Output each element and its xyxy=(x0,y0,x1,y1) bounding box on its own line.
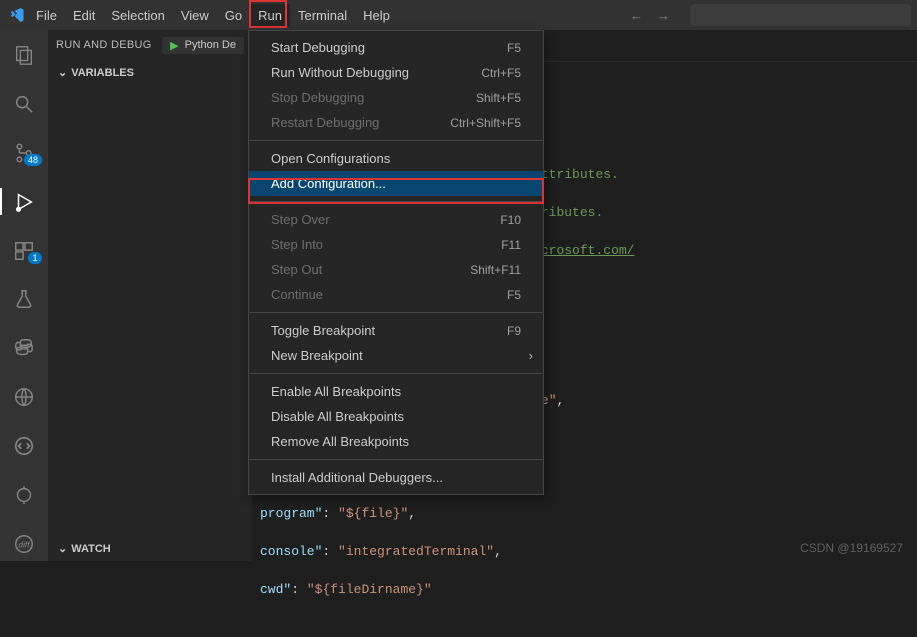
menu-item-disable-all-breakpoints[interactable]: Disable All Breakpoints xyxy=(249,404,543,429)
menu-item-enable-all-breakpoints[interactable]: Enable All Breakpoints xyxy=(249,379,543,404)
debug-start-button[interactable]: ▶ Python De xyxy=(162,37,244,54)
menu-edit[interactable]: Edit xyxy=(65,4,103,27)
menu-item-label: Enable All Breakpoints xyxy=(271,384,521,399)
menu-item-remove-all-breakpoints[interactable]: Remove All Breakpoints xyxy=(249,429,543,454)
menu-item-label: Toggle Breakpoint xyxy=(271,323,507,338)
menu-item-add-configuration[interactable]: Add Configuration... xyxy=(249,171,543,196)
menu-item-shortcut: Shift+F11 xyxy=(470,263,521,277)
run-debug-icon[interactable] xyxy=(0,184,48,219)
menu-item-label: Remove All Breakpoints xyxy=(271,434,521,449)
menu-item-stop-debugging: Stop DebuggingShift+F5 xyxy=(249,85,543,110)
menubar: FileEditSelectionViewGoRunTerminalHelp xyxy=(28,4,398,27)
menu-separator xyxy=(249,312,543,313)
menu-item-step-out: Step OutShift+F11 xyxy=(249,257,543,282)
menu-item-label: Add Configuration... xyxy=(271,176,521,191)
nav-forward-icon[interactable]: → xyxy=(657,8,670,23)
menu-item-open-configurations[interactable]: Open Configurations xyxy=(249,146,543,171)
menu-item-shortcut: F10 xyxy=(500,213,521,227)
svg-text:diff: diff xyxy=(18,540,30,549)
command-center-search[interactable] xyxy=(690,4,911,26)
code-icon[interactable] xyxy=(0,429,48,464)
menu-item-label: Disable All Breakpoints xyxy=(271,409,521,424)
menu-item-label: Stop Debugging xyxy=(271,90,476,105)
menu-run[interactable]: Run xyxy=(250,4,290,27)
badge: 48 xyxy=(24,154,42,166)
menu-item-shortcut: Ctrl+F5 xyxy=(481,66,521,80)
menu-file[interactable]: File xyxy=(28,4,65,27)
menu-item-label: Step Out xyxy=(271,262,470,277)
menu-item-label: Start Debugging xyxy=(271,40,507,55)
nav-back-icon[interactable]: ← xyxy=(630,8,643,23)
titlebar: FileEditSelectionViewGoRunTerminalHelp ←… xyxy=(0,0,917,30)
watch-section-header[interactable]: ⌄ WATCH xyxy=(48,536,252,561)
menu-item-shortcut: F9 xyxy=(507,324,521,338)
sync-icon[interactable] xyxy=(0,477,48,512)
menu-item-install-additional-debuggers[interactable]: Install Additional Debuggers... xyxy=(249,465,543,490)
menu-item-run-without-debugging[interactable]: Run Without DebuggingCtrl+F5 xyxy=(249,60,543,85)
menu-separator xyxy=(249,373,543,374)
menu-terminal[interactable]: Terminal xyxy=(290,4,355,27)
diff-icon[interactable]: diff xyxy=(0,526,48,561)
menu-item-restart-debugging: Restart DebuggingCtrl+Shift+F5 xyxy=(249,110,543,135)
menu-item-shortcut: F5 xyxy=(507,288,521,302)
watch-label: WATCH xyxy=(71,543,111,555)
debug-sidebar: RUN AND DEBUG ▶ Python De ⌄ VARIABLES ⌄ … xyxy=(48,30,252,561)
nav-arrows: ← → xyxy=(630,0,670,30)
variables-body xyxy=(48,85,252,536)
menu-item-label: Restart Debugging xyxy=(271,115,450,130)
menu-item-shortcut: Ctrl+Shift+F5 xyxy=(450,116,521,130)
menu-item-continue: ContinueF5 xyxy=(249,282,543,307)
menu-item-label: Run Without Debugging xyxy=(271,65,481,80)
code-line: cwd": "${fileDirname}" xyxy=(252,581,917,600)
menu-item-toggle-breakpoint[interactable]: Toggle BreakpointF9 xyxy=(249,318,543,343)
vscode-logo-icon xyxy=(6,7,28,23)
run-menu-dropdown: Start DebuggingF5Run Without DebuggingCt… xyxy=(248,30,544,495)
sidebar-title: RUN AND DEBUG xyxy=(56,39,162,51)
menu-item-new-breakpoint[interactable]: New Breakpoint xyxy=(249,343,543,368)
debug-sidebar-header: RUN AND DEBUG ▶ Python De xyxy=(48,30,252,60)
badge: 1 xyxy=(28,252,42,264)
watermark: CSDN @19169527 xyxy=(800,541,903,555)
menu-separator xyxy=(249,201,543,202)
menu-item-label: New Breakpoint xyxy=(271,348,521,363)
menu-item-step-into: Step IntoF11 xyxy=(249,232,543,257)
menu-item-label: Step Over xyxy=(271,212,500,227)
chevron-down-icon: ⌄ xyxy=(58,66,67,79)
play-icon: ▶ xyxy=(170,39,178,52)
menu-selection[interactable]: Selection xyxy=(103,4,172,27)
beaker-icon[interactable] xyxy=(0,282,48,317)
menu-item-start-debugging[interactable]: Start DebuggingF5 xyxy=(249,35,543,60)
python-icon[interactable] xyxy=(0,331,48,366)
variables-section-header[interactable]: ⌄ VARIABLES xyxy=(48,60,252,85)
code-line: program": "${file}", xyxy=(252,505,917,524)
menu-item-label: Continue xyxy=(271,287,507,302)
debug-config-name: Python De xyxy=(185,39,236,51)
menu-item-label: Install Additional Debuggers... xyxy=(271,470,521,485)
menu-item-shortcut: Shift+F5 xyxy=(476,91,521,105)
menu-view[interactable]: View xyxy=(173,4,217,27)
menu-item-shortcut: F5 xyxy=(507,41,521,55)
menu-help[interactable]: Help xyxy=(355,4,398,27)
menu-separator xyxy=(249,140,543,141)
menu-item-label: Step Into xyxy=(271,237,501,252)
search-icon[interactable] xyxy=(0,87,48,122)
variables-label: VARIABLES xyxy=(71,67,134,79)
extensions-icon[interactable]: 1 xyxy=(0,233,48,268)
menu-separator xyxy=(249,459,543,460)
menu-go[interactable]: Go xyxy=(217,4,250,27)
source-control-icon[interactable]: 48 xyxy=(0,136,48,171)
activity-bar: 48 1 diff xyxy=(0,30,48,561)
remote-icon[interactable] xyxy=(0,380,48,415)
explorer-icon[interactable] xyxy=(0,38,48,73)
menu-item-label: Open Configurations xyxy=(271,151,521,166)
menu-item-step-over: Step OverF10 xyxy=(249,207,543,232)
chevron-down-icon: ⌄ xyxy=(58,542,67,555)
menu-item-shortcut: F11 xyxy=(501,238,521,252)
